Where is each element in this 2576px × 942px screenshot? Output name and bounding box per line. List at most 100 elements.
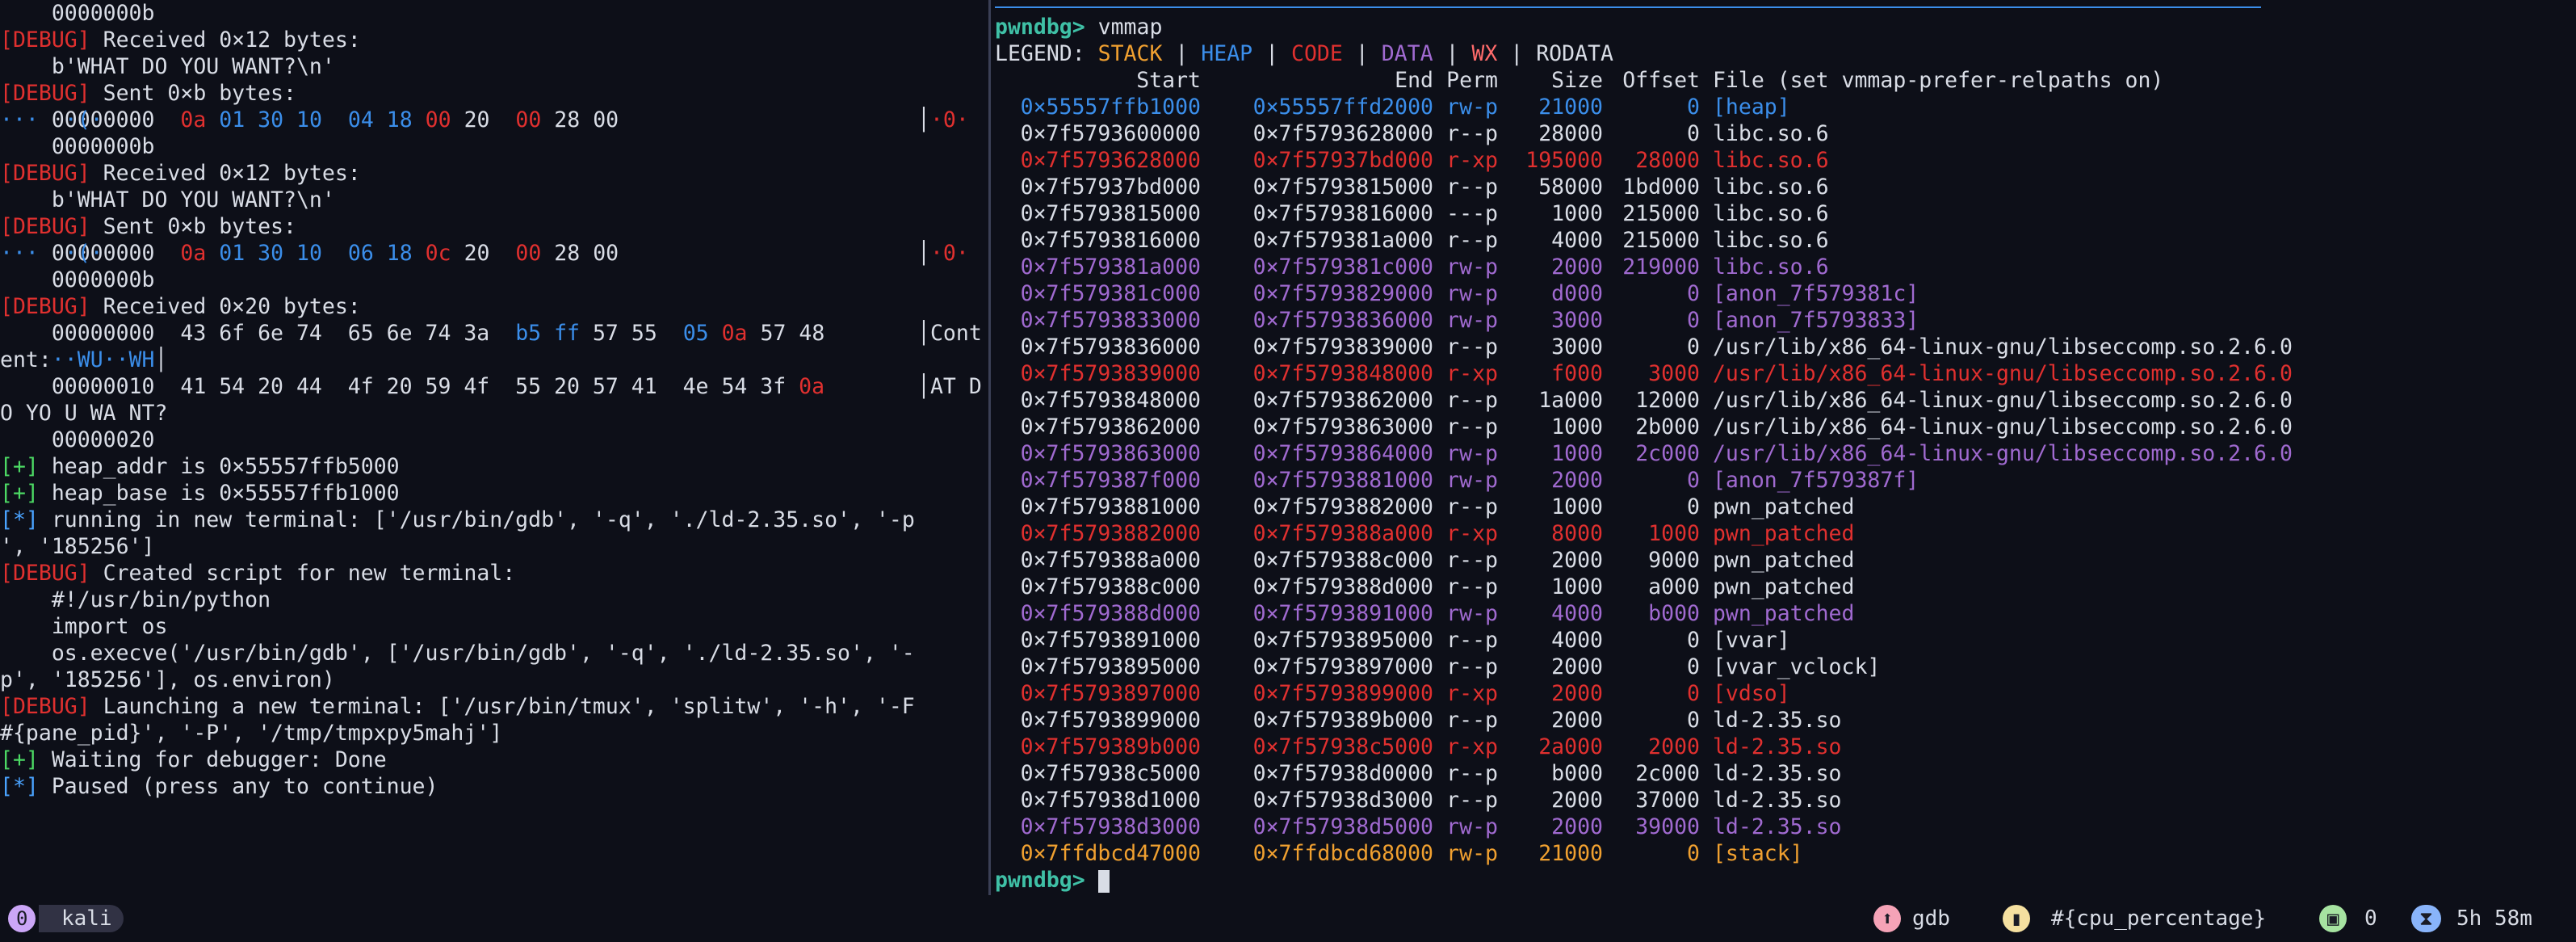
vmmap-cell: r--p bbox=[1446, 494, 1498, 519]
vmmap-cell: 37000 bbox=[1635, 788, 1700, 813]
hex-byte: 00 bbox=[593, 107, 619, 132]
vmmap-cell: r--p bbox=[1446, 228, 1498, 253]
hex-byte: 00 bbox=[515, 107, 542, 132]
vmmap-cell: 1000 bbox=[1551, 441, 1603, 466]
vmmap-cell: 0×7f57938c5000 bbox=[1020, 761, 1201, 786]
vmmap-cell: 0×7f5793816000 bbox=[1252, 201, 1433, 226]
vmmap-cell: 3000 bbox=[1551, 308, 1603, 333]
session-name[interactable]: kali bbox=[39, 905, 124, 932]
vmmap-header-cell: File (set vmmap-prefer-relpaths on) bbox=[1700, 68, 2164, 93]
vmmap-row: 0×7f579388c000 0×7f579388d000 r--p 1000 a000… bbox=[995, 574, 2314, 600]
hex-byte: 01 bbox=[219, 107, 245, 132]
vmmap-cell: 0×7f57937bd000 bbox=[1020, 175, 1201, 200]
vmmap-cell: 4000 bbox=[1551, 628, 1603, 653]
vmmap-cell: 1000 bbox=[1648, 521, 1700, 546]
vmmap-row: 0×7f5793899000 0×7f579389b000 r--p 2000 0 ld… bbox=[995, 707, 2314, 734]
vmmap-cell: f000 bbox=[1551, 361, 1603, 386]
vmmap-cell: 0 bbox=[1687, 708, 1700, 733]
log-tag: [+] bbox=[0, 454, 39, 479]
vmmap-cell: 0 bbox=[1687, 681, 1700, 706]
hex-byte: 01 bbox=[219, 241, 245, 266]
vmmap-cell: 1000 bbox=[1551, 201, 1603, 226]
dot-row: ··· ·(· bbox=[0, 107, 103, 132]
window-name[interactable]: gdb bbox=[1912, 905, 1950, 932]
hex-byte: 20 bbox=[464, 241, 490, 266]
vmmap-cell: 0×7f5793863000 bbox=[1252, 414, 1433, 439]
dump-ascii: │Cont bbox=[917, 321, 982, 346]
vmmap-cell: 39000 bbox=[1635, 814, 1700, 839]
hex-byte: 28 bbox=[554, 241, 581, 266]
vmmap-cell: pwn_patched bbox=[1700, 521, 1855, 546]
vmmap-row: 0×7f5793863000 0×7f5793864000 rw-p 1000 2c00… bbox=[995, 440, 2314, 467]
vmmap-cell: 3000 bbox=[1648, 361, 1700, 386]
hex-byte: 06 bbox=[347, 241, 374, 266]
vmmap-cell: 0×7f57938d3000 bbox=[1252, 788, 1433, 813]
log-text: 00000020 bbox=[0, 427, 155, 452]
vmmap-row: 0×7f5793836000 0×7f5793839000 r--p 3000 0 /u… bbox=[995, 334, 2314, 360]
hex-byte: 04 bbox=[347, 107, 374, 132]
vmmap-cell: 2000 bbox=[1648, 734, 1700, 759]
terminal-line: #{pane_pid}', '-P', '/tmp/tmpxpy5mahj'] bbox=[0, 720, 987, 746]
vmmap-cell: 0×7f579387f000 bbox=[1020, 468, 1201, 493]
vmmap-cell: /usr/lib/x86_64-linux-gnu/libseccomp.so.… bbox=[1700, 441, 2293, 466]
vmmap-cell: 0×7f5793882000 bbox=[1252, 494, 1433, 519]
vmmap-header-cell: Perm bbox=[1446, 68, 1498, 93]
vmmap-legend: LEGEND: STACK | HEAP | CODE | DATA | WX … bbox=[995, 41, 1613, 66]
log-tag: [DEBUG] bbox=[0, 561, 90, 586]
terminal-line: [DEBUG] Received 0×12 bytes: bbox=[0, 27, 987, 53]
prompt-line[interactable]: pwndbg> bbox=[995, 867, 2576, 894]
terminal-line: O YO U WA NT? bbox=[0, 400, 987, 427]
vmmap-row: 0×7f579389b000 0×7f57938c5000 r-xp 2a000 200… bbox=[995, 734, 2314, 760]
vmmap-cell: 0×7f5793862000 bbox=[1252, 388, 1433, 413]
hex-byte: 18 bbox=[386, 241, 413, 266]
vmmap-cell: libc.so.6 bbox=[1700, 254, 1829, 280]
vmmap-cell: 0×7f5793864000 bbox=[1252, 441, 1433, 466]
pane-divider[interactable] bbox=[988, 0, 991, 895]
hex-byte: 30 bbox=[258, 241, 284, 266]
terminal-line: [DEBUG] Sent 0×b bytes: bbox=[0, 80, 987, 107]
vmmap-cell: 4000 bbox=[1551, 601, 1603, 626]
log-text: heap_base is 0×55557ffb1000 bbox=[38, 481, 400, 506]
left-terminal-pane[interactable]: 0000000b [DEBUG] Received 0×12 bytes: b'W… bbox=[0, 0, 987, 895]
log-tag bbox=[0, 1, 39, 26]
vmmap-cell: 2000 bbox=[1551, 654, 1603, 679]
vmmap-cell: 0×7f5793899000 bbox=[1020, 708, 1201, 733]
vmmap-cell: 1bd000 bbox=[1622, 175, 1700, 200]
vmmap-cell: r--p bbox=[1446, 175, 1498, 200]
vmmap-cell: 2000 bbox=[1551, 814, 1603, 839]
terminal-line: 0000000b ··· ·(· bbox=[0, 241, 987, 293]
vmmap-cell: 0×7f579388d000 bbox=[1252, 574, 1433, 599]
terminal-line: [DEBUG] Sent 0×b bytes: bbox=[0, 213, 987, 240]
log-text: #!/usr/bin/python bbox=[0, 587, 271, 612]
vmmap-cell: r--p bbox=[1446, 788, 1498, 813]
log-tag: [*] bbox=[0, 774, 39, 799]
terminal-line: [DEBUG] Created script for new terminal: bbox=[0, 560, 987, 587]
vmmap-row: 0×7f5793882000 0×7f579388a000 r-xp 8000 1000… bbox=[995, 520, 2314, 547]
vmmap-cell: 0×7f5793895000 bbox=[1020, 654, 1201, 679]
vmmap-cell: 0×7f579388c000 bbox=[1252, 548, 1433, 573]
log-text: 00000010 41 54 20 44 4f 20 59 4f 55 20 5… bbox=[0, 374, 799, 399]
vmmap-cell: a000 bbox=[1648, 574, 1700, 599]
terminal-line: ent:··WU··WH│ bbox=[0, 347, 168, 372]
vmmap-cell: 12000 bbox=[1635, 388, 1700, 413]
log-text: 0000000b bbox=[0, 134, 155, 159]
dot-row: ··· ·(· bbox=[0, 241, 103, 266]
vmmap-cell: d000 bbox=[1551, 281, 1603, 306]
terminal-line: ', '185256'] bbox=[0, 533, 987, 560]
log-text: Sent 0×b bytes: bbox=[90, 214, 296, 239]
vmmap-cell: 3000 bbox=[1551, 334, 1603, 360]
hex-byte: 0a bbox=[180, 241, 207, 266]
log-text: 0000000b bbox=[0, 267, 155, 292]
right-terminal-pane[interactable]: pwndbg> vmmap LEGEND: STACK | HEAP | COD… bbox=[995, 0, 2576, 895]
log-text: os.execve('/usr/bin/gdb', ['/usr/bin/gdb… bbox=[0, 641, 915, 666]
hex-byte: 0a bbox=[180, 107, 207, 132]
vmmap-cell: 4000 bbox=[1551, 228, 1603, 253]
vmmap-row: 0×7f5793628000 0×7f57937bd000 r-xp 195000 28… bbox=[995, 147, 2314, 174]
vmmap-cell: 21000 bbox=[1538, 841, 1603, 866]
vmmap-cell: 0×7f57938d5000 bbox=[1252, 814, 1433, 839]
vmmap-cell: r--p bbox=[1446, 628, 1498, 653]
log-text: Received 0×20 bytes: bbox=[90, 294, 361, 319]
vmmap-cell: /usr/lib/x86_64-linux-gnu/libseccomp.so.… bbox=[1700, 388, 2293, 413]
vmmap-row: 0×7f5793895000 0×7f5793897000 r--p 2000 0 [v… bbox=[995, 654, 2314, 680]
vmmap-cell: rw-p bbox=[1446, 441, 1498, 466]
